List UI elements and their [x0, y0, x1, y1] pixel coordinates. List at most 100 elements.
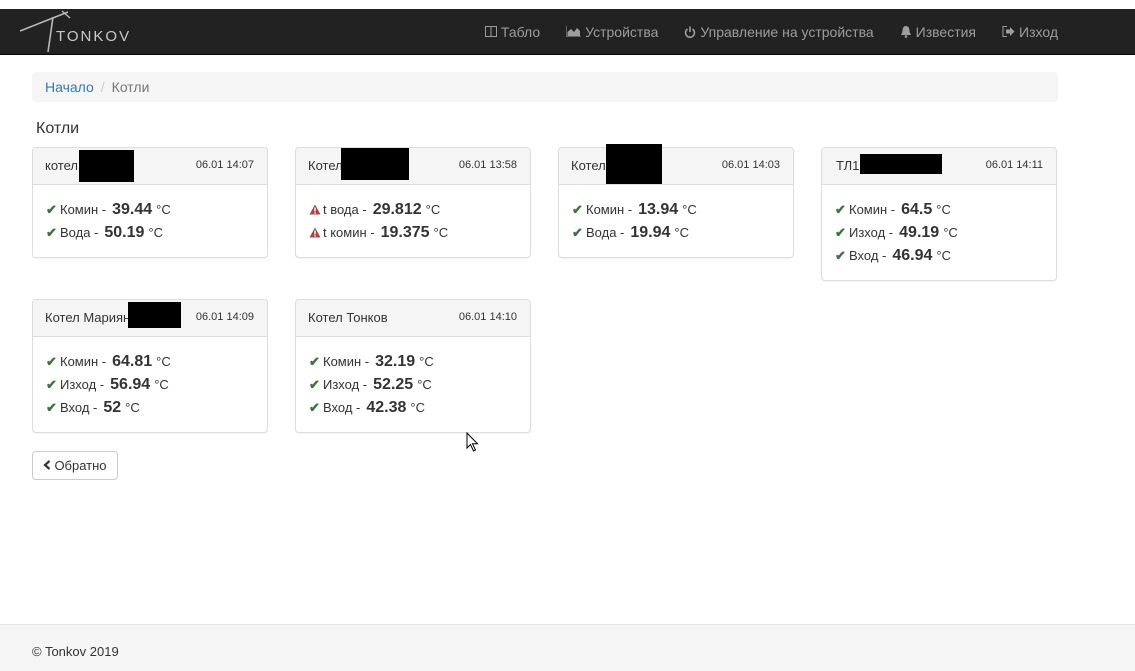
check-icon: ✔ [46, 201, 57, 217]
boiler-name: котел [45, 158, 78, 173]
reading-unit: °C [154, 377, 169, 392]
reading-unit: °C [156, 354, 171, 369]
reading-unit: °C [433, 225, 449, 240]
redaction-block [860, 154, 942, 174]
boiler-name: Котел Мариян [45, 310, 131, 325]
top-navbar: TONKOV Табло Устройства Управление на ус… [0, 9, 1135, 55]
check-icon: ✔ [835, 247, 846, 263]
reading-unit: °C [417, 377, 432, 392]
reading-label: Вода - [60, 225, 99, 240]
reading-value: 39.44 [112, 200, 153, 218]
boiler-readings: ✔ Комин - 64.5 °C ✔ Изход - 49.19 °C ✔ В… [822, 185, 1056, 267]
reading-unit: °C [936, 248, 951, 263]
reading-label: Изход - [849, 225, 894, 240]
nav-dashboard[interactable]: Табло [472, 9, 553, 54]
boiler-panel: Котел 06.01 14:03 ✔ Комин - 13.94 °C ✔ В… [558, 144, 794, 258]
breadcrumb: Начало / Котли [32, 72, 1058, 102]
reading-value: 19.375 [380, 223, 430, 241]
boiler-readings: ✔ Комин - 64.81 °C ✔ Изход - 56.94 °C ✔ … [33, 337, 267, 419]
reading-value: 49.19 [899, 223, 940, 241]
boiler-panel-header[interactable]: Котел 06.01 14:03 [559, 144, 793, 185]
reading-value: 56.94 [110, 375, 151, 393]
brand-logo[interactable]: TONKOV [18, 9, 138, 54]
reading-row: t комин - 19.375 °C [309, 221, 530, 244]
breadcrumb-current: Котли [111, 79, 150, 95]
check-icon: ✔ [572, 201, 583, 217]
boiler-panel-header[interactable]: ТЛ1 06.01 14:11 [822, 148, 1056, 185]
nav-device-control[interactable]: Управление на устройства [671, 9, 886, 54]
reading-value: 64.81 [112, 352, 153, 370]
boiler-name: Котел Тонков [308, 310, 388, 325]
redaction-block [128, 302, 181, 328]
reading-value: 64.5 [901, 200, 933, 218]
reading-row: t вода - 29.812 °C [309, 198, 530, 221]
boiler-name: ТЛ1 [836, 158, 860, 173]
reading-unit: °C [156, 202, 171, 217]
check-icon: ✔ [309, 399, 320, 415]
brand-name: TONKOV [56, 28, 132, 45]
back-button-label: Обратно [54, 458, 107, 473]
check-icon: ✔ [309, 353, 320, 369]
check-icon: ✔ [835, 224, 846, 240]
boiler-panel: Котел Мариян 06.01 14:09 ✔ Комин - 64.81… [32, 299, 268, 433]
boiler-panel-header[interactable]: Котел Мариян 06.01 14:09 [33, 300, 267, 337]
check-icon: ✔ [309, 376, 320, 392]
nav-logout[interactable]: Изход [989, 9, 1058, 54]
boiler-name: Котел [308, 158, 343, 173]
boiler-readings: ✔ Комин - 32.19 °C ✔ Изход - 52.25 °C ✔ … [296, 337, 530, 419]
reading-unit: °C [425, 202, 441, 217]
reading-row: ✔ Вода - 19.94 °C [572, 221, 793, 244]
main-nav: Табло Устройства Управление на устройств… [472, 9, 1058, 54]
reading-label: Комин - [60, 354, 107, 369]
reading-value: 52 [103, 398, 122, 416]
check-icon: ✔ [572, 224, 583, 240]
nav-label: Табло [500, 23, 541, 40]
reading-row: ✔ Вход - 42.38 °C [309, 396, 530, 419]
reading-value: 52.25 [373, 375, 414, 393]
reading-value: 13.94 [638, 200, 679, 218]
check-icon: ✔ [46, 376, 57, 392]
boiler-panel-header[interactable]: Котел Тонков 06.01 14:10 [296, 300, 530, 337]
reading-label: Комин - [323, 354, 370, 369]
reading-unit: °C [682, 202, 697, 217]
reading-value: 29.812 [372, 200, 422, 218]
reading-unit: °C [674, 225, 690, 240]
boiler-panel-header[interactable]: Котел 06.01 13:58 [296, 148, 530, 185]
boiler-readings: ✔ Комин - 13.94 °C ✔ Вода - 19.94 °C [559, 185, 793, 244]
reading-row: ✔ Вода - 50.19 °C [46, 221, 267, 244]
breadcrumb-home-link[interactable]: Начало [45, 79, 94, 95]
boiler-readings: ✔ Комин - 39.44 °C ✔ Вода - 50.19 °C [33, 185, 267, 244]
boiler-timestamp: 06.01 14:09 [195, 311, 254, 323]
reading-label: Комин - [60, 202, 107, 217]
reading-row: ✔ Комин - 13.94 °C [572, 198, 793, 221]
redaction-block [79, 150, 134, 182]
boiler-panel: Котел 06.01 13:58 t вода - 29.812 °C t к… [295, 147, 531, 258]
redaction-block [606, 144, 662, 184]
reading-row: ✔ Вход - 46.94 °C [835, 244, 1056, 267]
reading-unit: °C [125, 400, 140, 415]
back-button[interactable]: Обратно [32, 451, 118, 480]
boiler-timestamp: 06.01 14:11 [985, 159, 1043, 171]
reading-label: Вода - [586, 225, 625, 240]
warning-icon [309, 204, 323, 215]
boiler-panel-header[interactable]: котел 06.01 14:07 [33, 148, 267, 185]
sign-out-icon [1002, 26, 1015, 37]
reading-unit: °C [936, 202, 951, 217]
boiler-panel: котел 06.01 14:07 ✔ Комин - 39.44 °C ✔ В… [32, 147, 268, 258]
reading-label: Комин - [849, 202, 896, 217]
redaction-block [341, 148, 409, 180]
area-chart-icon [566, 26, 582, 37]
power-icon [684, 26, 696, 38]
reading-label: Комин - [586, 202, 633, 217]
boiler-timestamp: 06.01 14:03 [721, 159, 780, 171]
reading-value: 46.94 [892, 246, 933, 264]
check-icon: ✔ [46, 399, 57, 415]
boiler-timestamp: 06.01 13:58 [458, 159, 517, 171]
columns-icon [484, 26, 497, 37]
reading-row: ✔ Вход - 52 °C [46, 396, 267, 419]
boiler-name: Котел [571, 158, 606, 173]
nav-notifications[interactable]: Известия [887, 9, 989, 54]
nav-devices[interactable]: Устройства [553, 9, 671, 54]
footer-copyright: © Tonkov 2019 [32, 644, 119, 659]
reading-row: ✔ Комин - 32.19 °C [309, 350, 530, 373]
